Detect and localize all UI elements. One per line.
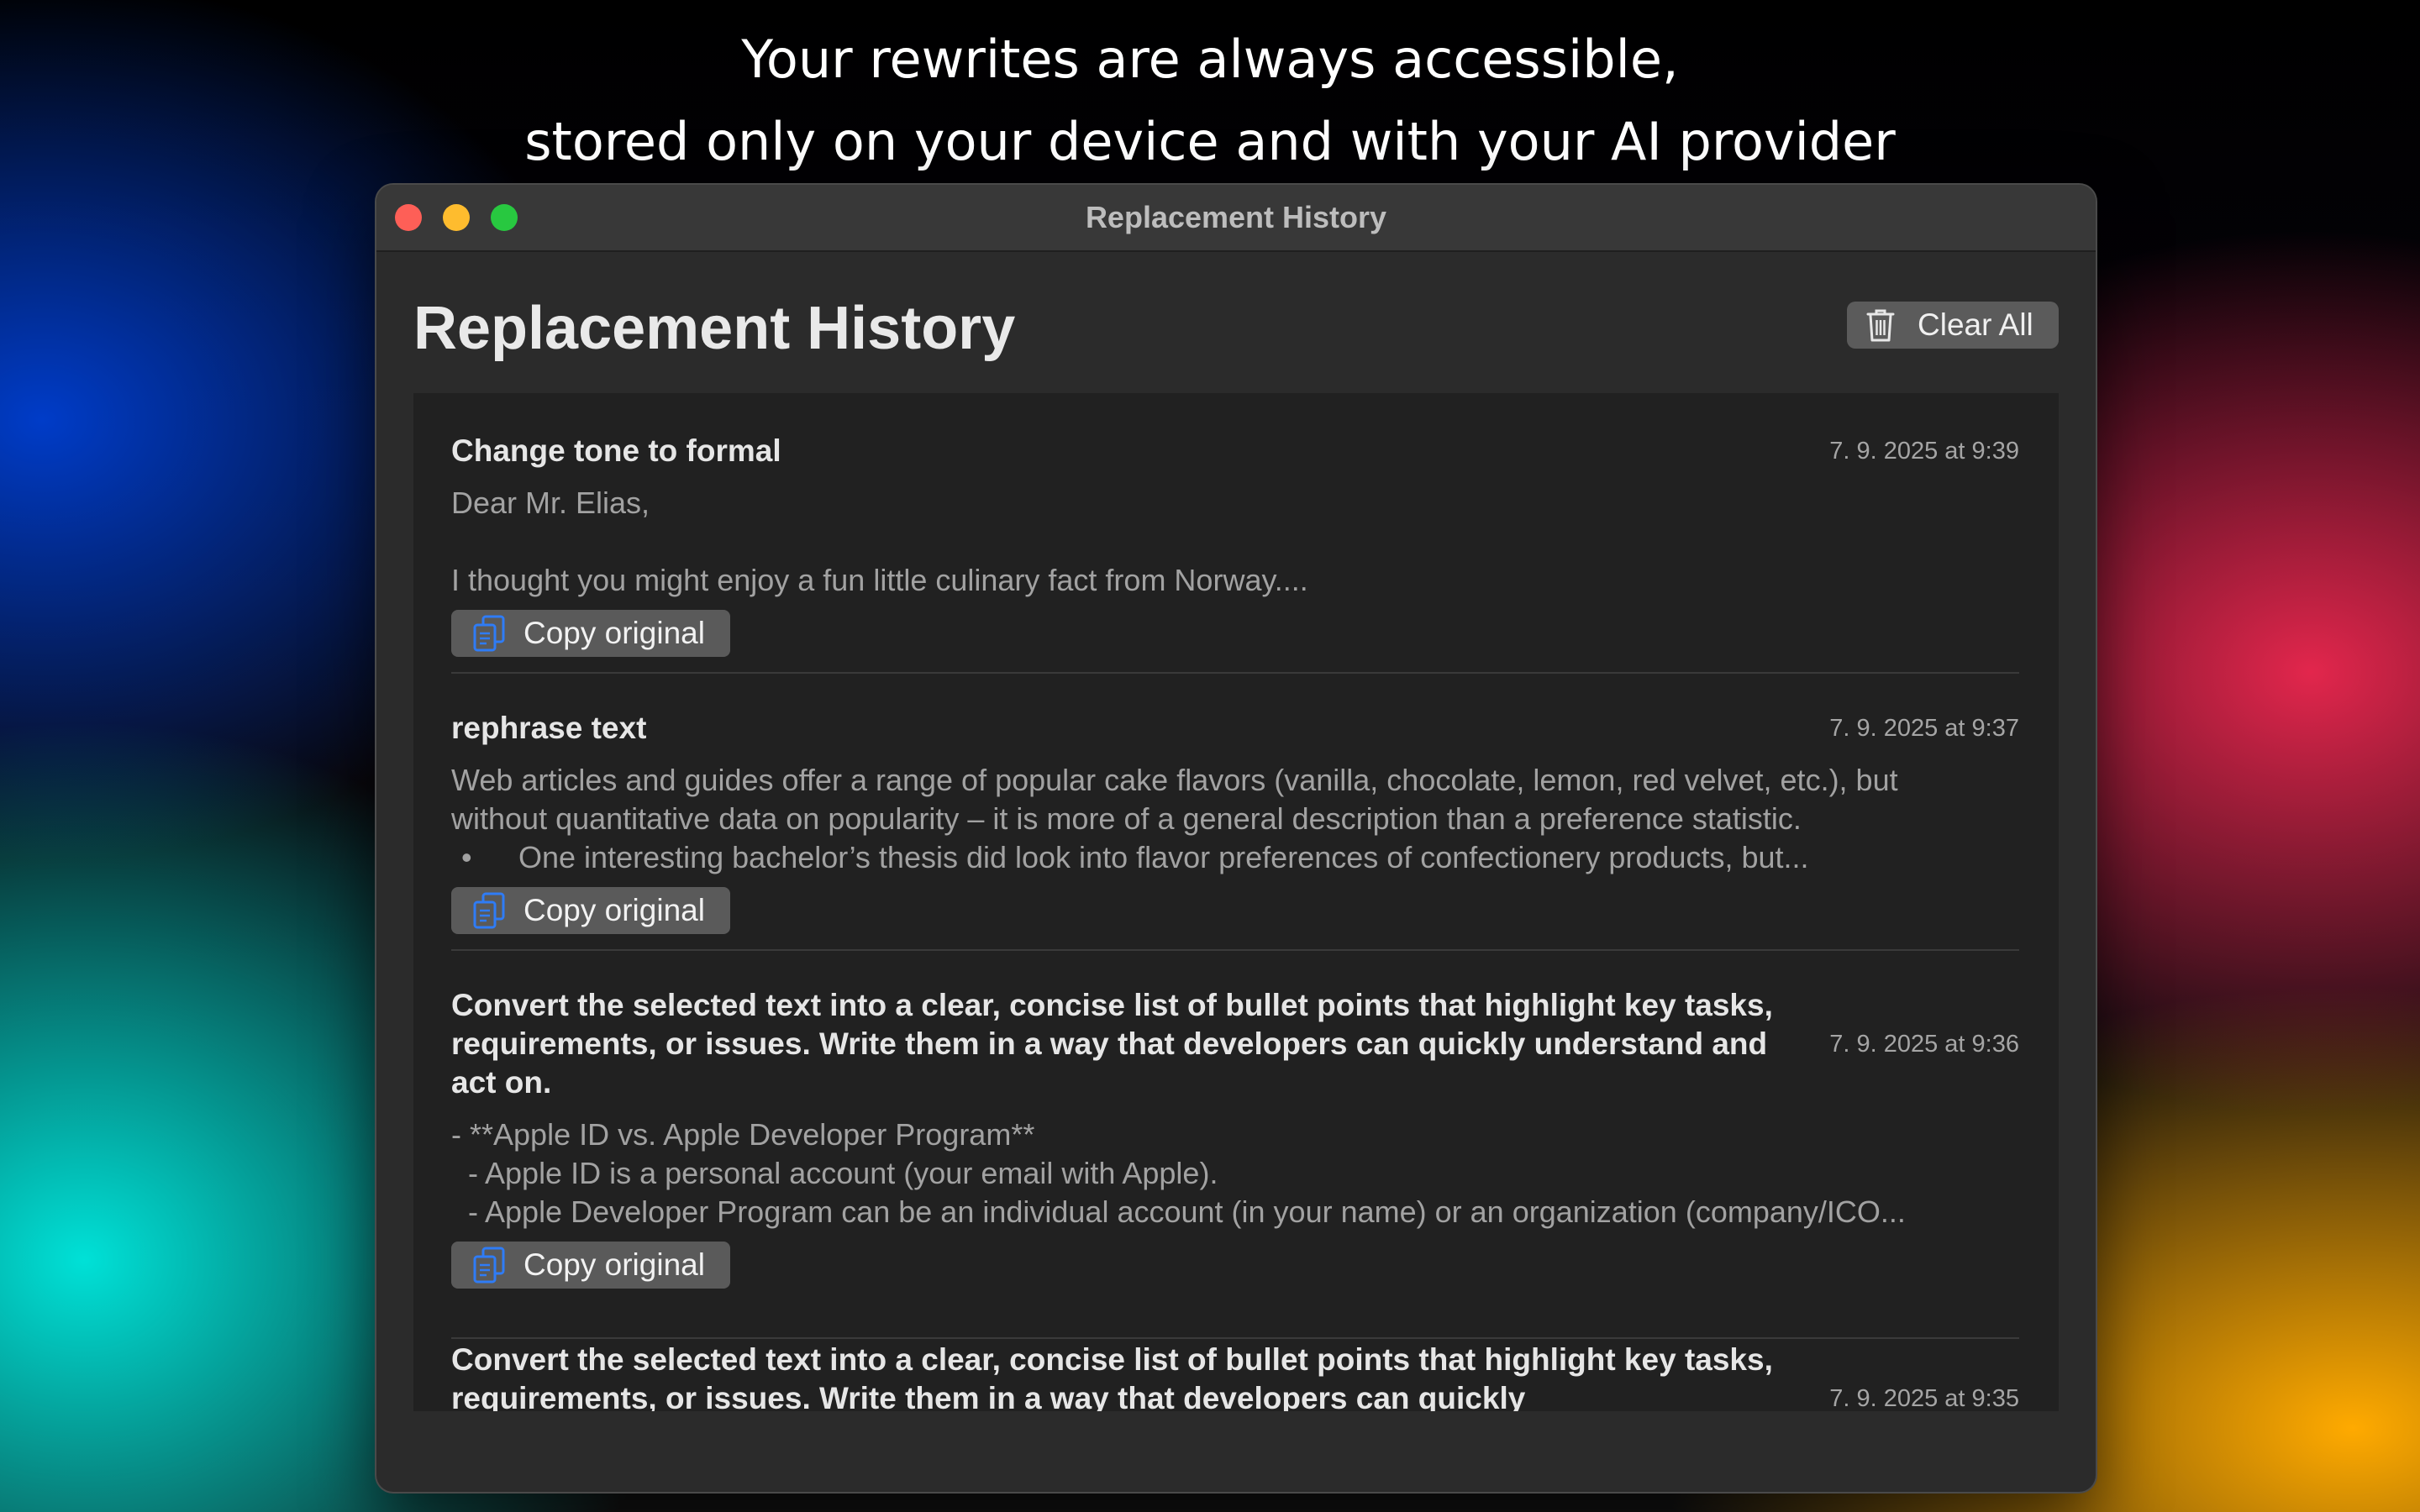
clear-all-button[interactable]: Clear All [1847, 302, 2059, 349]
trash-icon [1866, 309, 1895, 342]
preview-line [451, 522, 2019, 561]
history-entry: Convert the selected text into a clear, … [451, 986, 2019, 1339]
history-entry: Change tone to formal 7. 9. 2025 at 9:39… [451, 432, 2019, 675]
page-title: Replacement History [413, 295, 1016, 362]
entry-preview: Web articles and guides offer a range of… [451, 761, 2019, 877]
copy-original-button[interactable]: Copy original [451, 887, 730, 934]
copy-original-button[interactable]: Copy original [451, 1242, 730, 1289]
preview-line: without quantitative data on popularity … [451, 801, 1802, 836]
preview-line: Dear Mr. Elias, [451, 486, 650, 520]
preview-line: - **Apple ID vs. Apple Developer Program… [451, 1117, 1035, 1152]
preview-line: - Apple ID is a personal account (your e… [451, 1156, 1218, 1190]
history-entry: rephrase text 7. 9. 2025 at 9:37 Web art… [451, 709, 2019, 953]
clear-all-label: Clear All [1918, 307, 2033, 342]
preview-line: One interesting bachelor’s thesis did lo… [518, 840, 1809, 874]
preview-bullet-line: • One interesting bachelor’s thesis did l… [451, 838, 2019, 877]
headline-line-2: stored only on your device and with your… [524, 111, 1896, 172]
entry-preview: Dear Mr. Elias, I thought you might enjo… [451, 484, 2019, 600]
entry-title: Convert the selected text into a clear, … [451, 1342, 1773, 1411]
headline: Your rewrites are always accessible, sto… [0, 18, 2420, 183]
entry-divider [451, 949, 2019, 951]
entry-divider [451, 672, 2019, 674]
copy-original-button[interactable]: Copy original [451, 610, 730, 657]
entry-title: Change tone to formal [451, 433, 781, 468]
preview-line: - Apple Developer Program can be an indi… [451, 1194, 1906, 1229]
preview-line: Web articles and guides offer a range of… [451, 763, 1898, 797]
entry-preview: - **Apple ID vs. Apple Developer Program… [451, 1116, 2019, 1231]
entry-date: 7. 9. 2025 at 9:39 [1829, 438, 2019, 465]
copy-original-label: Copy original [523, 1247, 705, 1282]
window-title: Replacement History [1085, 200, 1387, 234]
bullet-marker: • [461, 840, 472, 874]
copy-documents-icon [473, 615, 505, 652]
history-list[interactable]: Change tone to formal 7. 9. 2025 at 9:39… [413, 393, 2059, 1411]
copy-documents-icon [473, 1247, 505, 1284]
history-window: Replacement History Replacement History … [376, 185, 2096, 1492]
history-entry: Convert the selected text into a clear, … [451, 1341, 2019, 1411]
entry-date: 7. 9. 2025 at 9:36 [1829, 1031, 2019, 1058]
copy-documents-icon [473, 892, 505, 929]
entry-date: 7. 9. 2025 at 9:35 [1829, 1385, 2019, 1411]
preview-line: I thought you might enjoy a fun little c… [451, 563, 1308, 597]
copy-original-label: Copy original [523, 893, 705, 927]
entry-title: rephrase text [451, 711, 647, 745]
entry-divider [451, 1337, 2019, 1339]
entry-title: Convert the selected text into a clear, … [451, 988, 1773, 1100]
copy-original-label: Copy original [523, 616, 705, 650]
headline-line-1: Your rewrites are always accessible, [741, 29, 1679, 90]
title-bar[interactable]: Replacement History [376, 185, 2096, 252]
entry-date: 7. 9. 2025 at 9:37 [1829, 715, 2019, 742]
